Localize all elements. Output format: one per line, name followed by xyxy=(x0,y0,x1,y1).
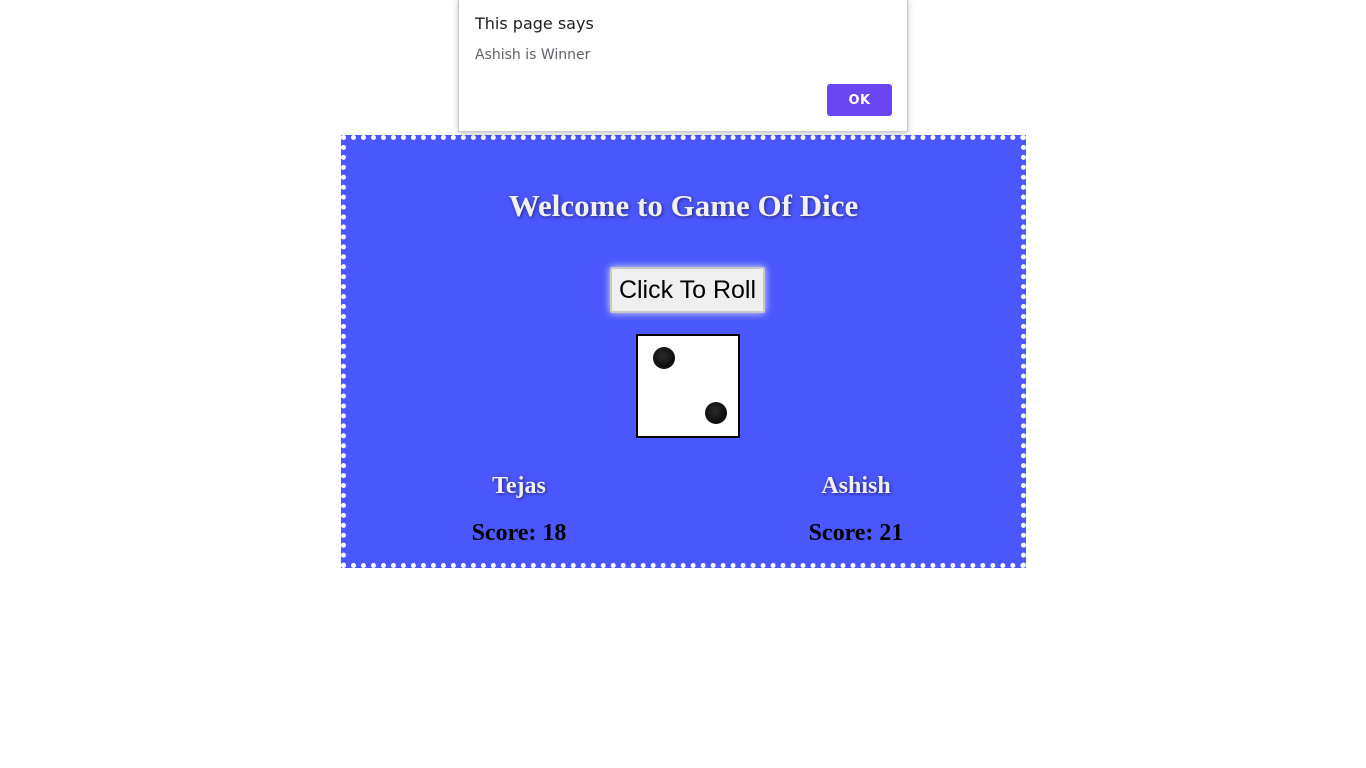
die-face xyxy=(636,334,740,438)
player-1-score: Score: 18 xyxy=(471,520,567,546)
player-1-name: Tejas xyxy=(492,473,546,499)
game-title: Welcome to Game Of Dice xyxy=(508,188,859,223)
die-pip xyxy=(705,402,727,424)
game-container: Welcome to Game Of Dice Click To Roll Te… xyxy=(341,135,1026,568)
alert-ok-button[interactable]: OK xyxy=(827,84,892,116)
alert-message: Ashish is Winner xyxy=(475,47,591,63)
player-2-score: Score: 21 xyxy=(808,520,904,546)
player-2-name: Ashish xyxy=(821,473,891,499)
die-pip xyxy=(653,347,675,369)
alert-title: This page says xyxy=(475,14,594,33)
alert-dialog: This page says Ashish is Winner OK xyxy=(458,0,908,132)
roll-dice-button[interactable]: Click To Roll xyxy=(610,267,765,313)
